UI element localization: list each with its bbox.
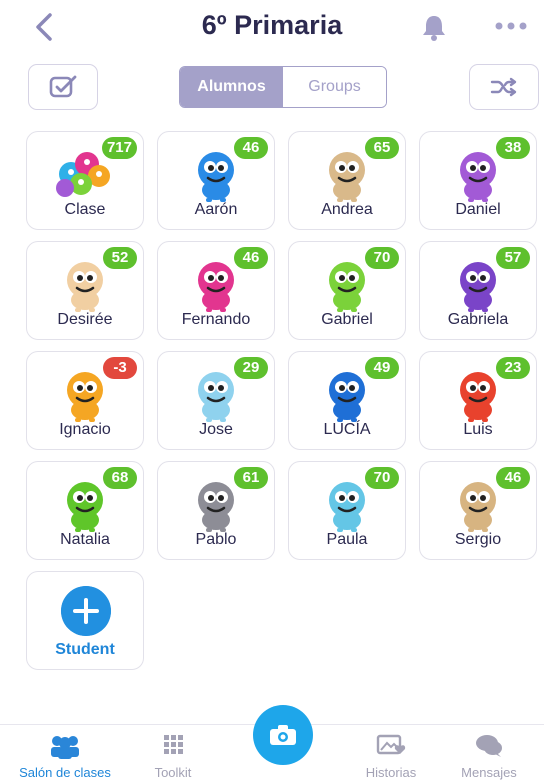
checkbox-icon <box>49 75 77 98</box>
student-card[interactable]: 38 Daniel <box>419 131 537 230</box>
student-name: Fernando <box>181 311 251 328</box>
student-card[interactable]: 57 Gabriela <box>419 241 537 340</box>
student-card[interactable]: 29 Jose <box>157 351 275 450</box>
more-options-icon[interactable] <box>494 18 528 34</box>
nav-stories[interactable]: Historias <box>336 733 446 780</box>
student-name: Gabriel <box>321 311 373 328</box>
student-name: Aarón <box>194 201 238 218</box>
nav-toolkit-label: Toolkit <box>154 765 192 780</box>
student-name: Luis <box>463 421 493 438</box>
tab-students[interactable]: Alumnos <box>180 67 283 107</box>
student-card[interactable]: 70 Gabriel <box>288 241 406 340</box>
chat-bubbles-icon <box>476 735 502 757</box>
points-badge: 23 <box>496 357 530 379</box>
student-name: Clase <box>64 201 106 218</box>
points-badge: 70 <box>365 467 399 489</box>
camera-icon <box>270 725 296 745</box>
nav-toolkit[interactable]: Toolkit <box>118 733 228 780</box>
add-student-label: Student <box>55 641 115 658</box>
nav-stories-label: Historias <box>365 765 417 780</box>
add-student-button[interactable]: Student <box>26 571 144 670</box>
student-name: Paula <box>326 531 368 548</box>
top-bar: 6º Primaria <box>0 0 544 56</box>
shuffle-icon <box>490 77 517 97</box>
student-card[interactable]: 46 Fernando <box>157 241 275 340</box>
student-card[interactable]: 23 Luis <box>419 351 537 450</box>
camera-button[interactable] <box>253 705 313 765</box>
points-badge: 29 <box>234 357 268 379</box>
student-card[interactable]: 46 Sergio <box>419 461 537 560</box>
points-badge: 46 <box>234 247 268 269</box>
student-name: Daniel <box>455 201 501 218</box>
student-card[interactable]: 52 Desirée <box>26 241 144 340</box>
student-card[interactable]: 68 Natalia <box>26 461 144 560</box>
story-photo-icon <box>376 734 406 755</box>
bell-icon[interactable] <box>420 12 448 42</box>
points-badge: 57 <box>496 247 530 269</box>
plus-icon <box>61 586 111 636</box>
points-badge: 68 <box>103 467 137 489</box>
student-name: Sergio <box>454 531 502 548</box>
points-badge: 717 <box>101 137 137 159</box>
tab-groups[interactable]: Groups <box>283 67 386 107</box>
nav-classroom[interactable]: Salón de clases <box>10 733 120 780</box>
student-name: Natalia <box>60 531 110 548</box>
points-badge: 38 <box>496 137 530 159</box>
nav-messages-label: Mensajes <box>461 765 517 780</box>
student-name: Gabriela <box>447 311 509 328</box>
students-groups-toggle: Alumnos Groups <box>179 66 387 108</box>
points-badge: 65 <box>365 137 399 159</box>
page-title: 6º Primaria <box>201 10 343 40</box>
points-badge: 49 <box>365 357 399 379</box>
nav-classroom-label: Salón de clases <box>19 765 111 780</box>
points-badge: 46 <box>496 467 530 489</box>
student-name: Jose <box>199 421 233 438</box>
student-card[interactable]: 61 Pablo <box>157 461 275 560</box>
student-card[interactable]: 46 Aarón <box>157 131 275 230</box>
student-name: Desirée <box>57 311 113 328</box>
student-card[interactable]: 70 Paula <box>288 461 406 560</box>
student-name: Ignacio <box>59 421 111 438</box>
nav-messages[interactable]: Mensajes <box>434 733 544 780</box>
student-name: Andrea <box>321 201 373 218</box>
points-badge: -3 <box>103 357 137 379</box>
points-badge: 70 <box>365 247 399 269</box>
classroom-icon <box>51 736 79 759</box>
grid-icon <box>164 735 183 754</box>
points-badge: 61 <box>234 467 268 489</box>
student-card[interactable]: -3 Ignacio <box>26 351 144 450</box>
random-button[interactable] <box>469 64 539 110</box>
student-card[interactable]: 49 LUCÍA <box>288 351 406 450</box>
student-name: Pablo <box>195 531 237 548</box>
select-multiple-button[interactable] <box>28 64 98 110</box>
student-name: LUCÍA <box>323 421 371 438</box>
student-card[interactable]: 65 Andrea <box>288 131 406 230</box>
points-badge: 52 <box>103 247 137 269</box>
student-card[interactable]: 717 Clase <box>26 131 144 230</box>
points-badge: 46 <box>234 137 268 159</box>
